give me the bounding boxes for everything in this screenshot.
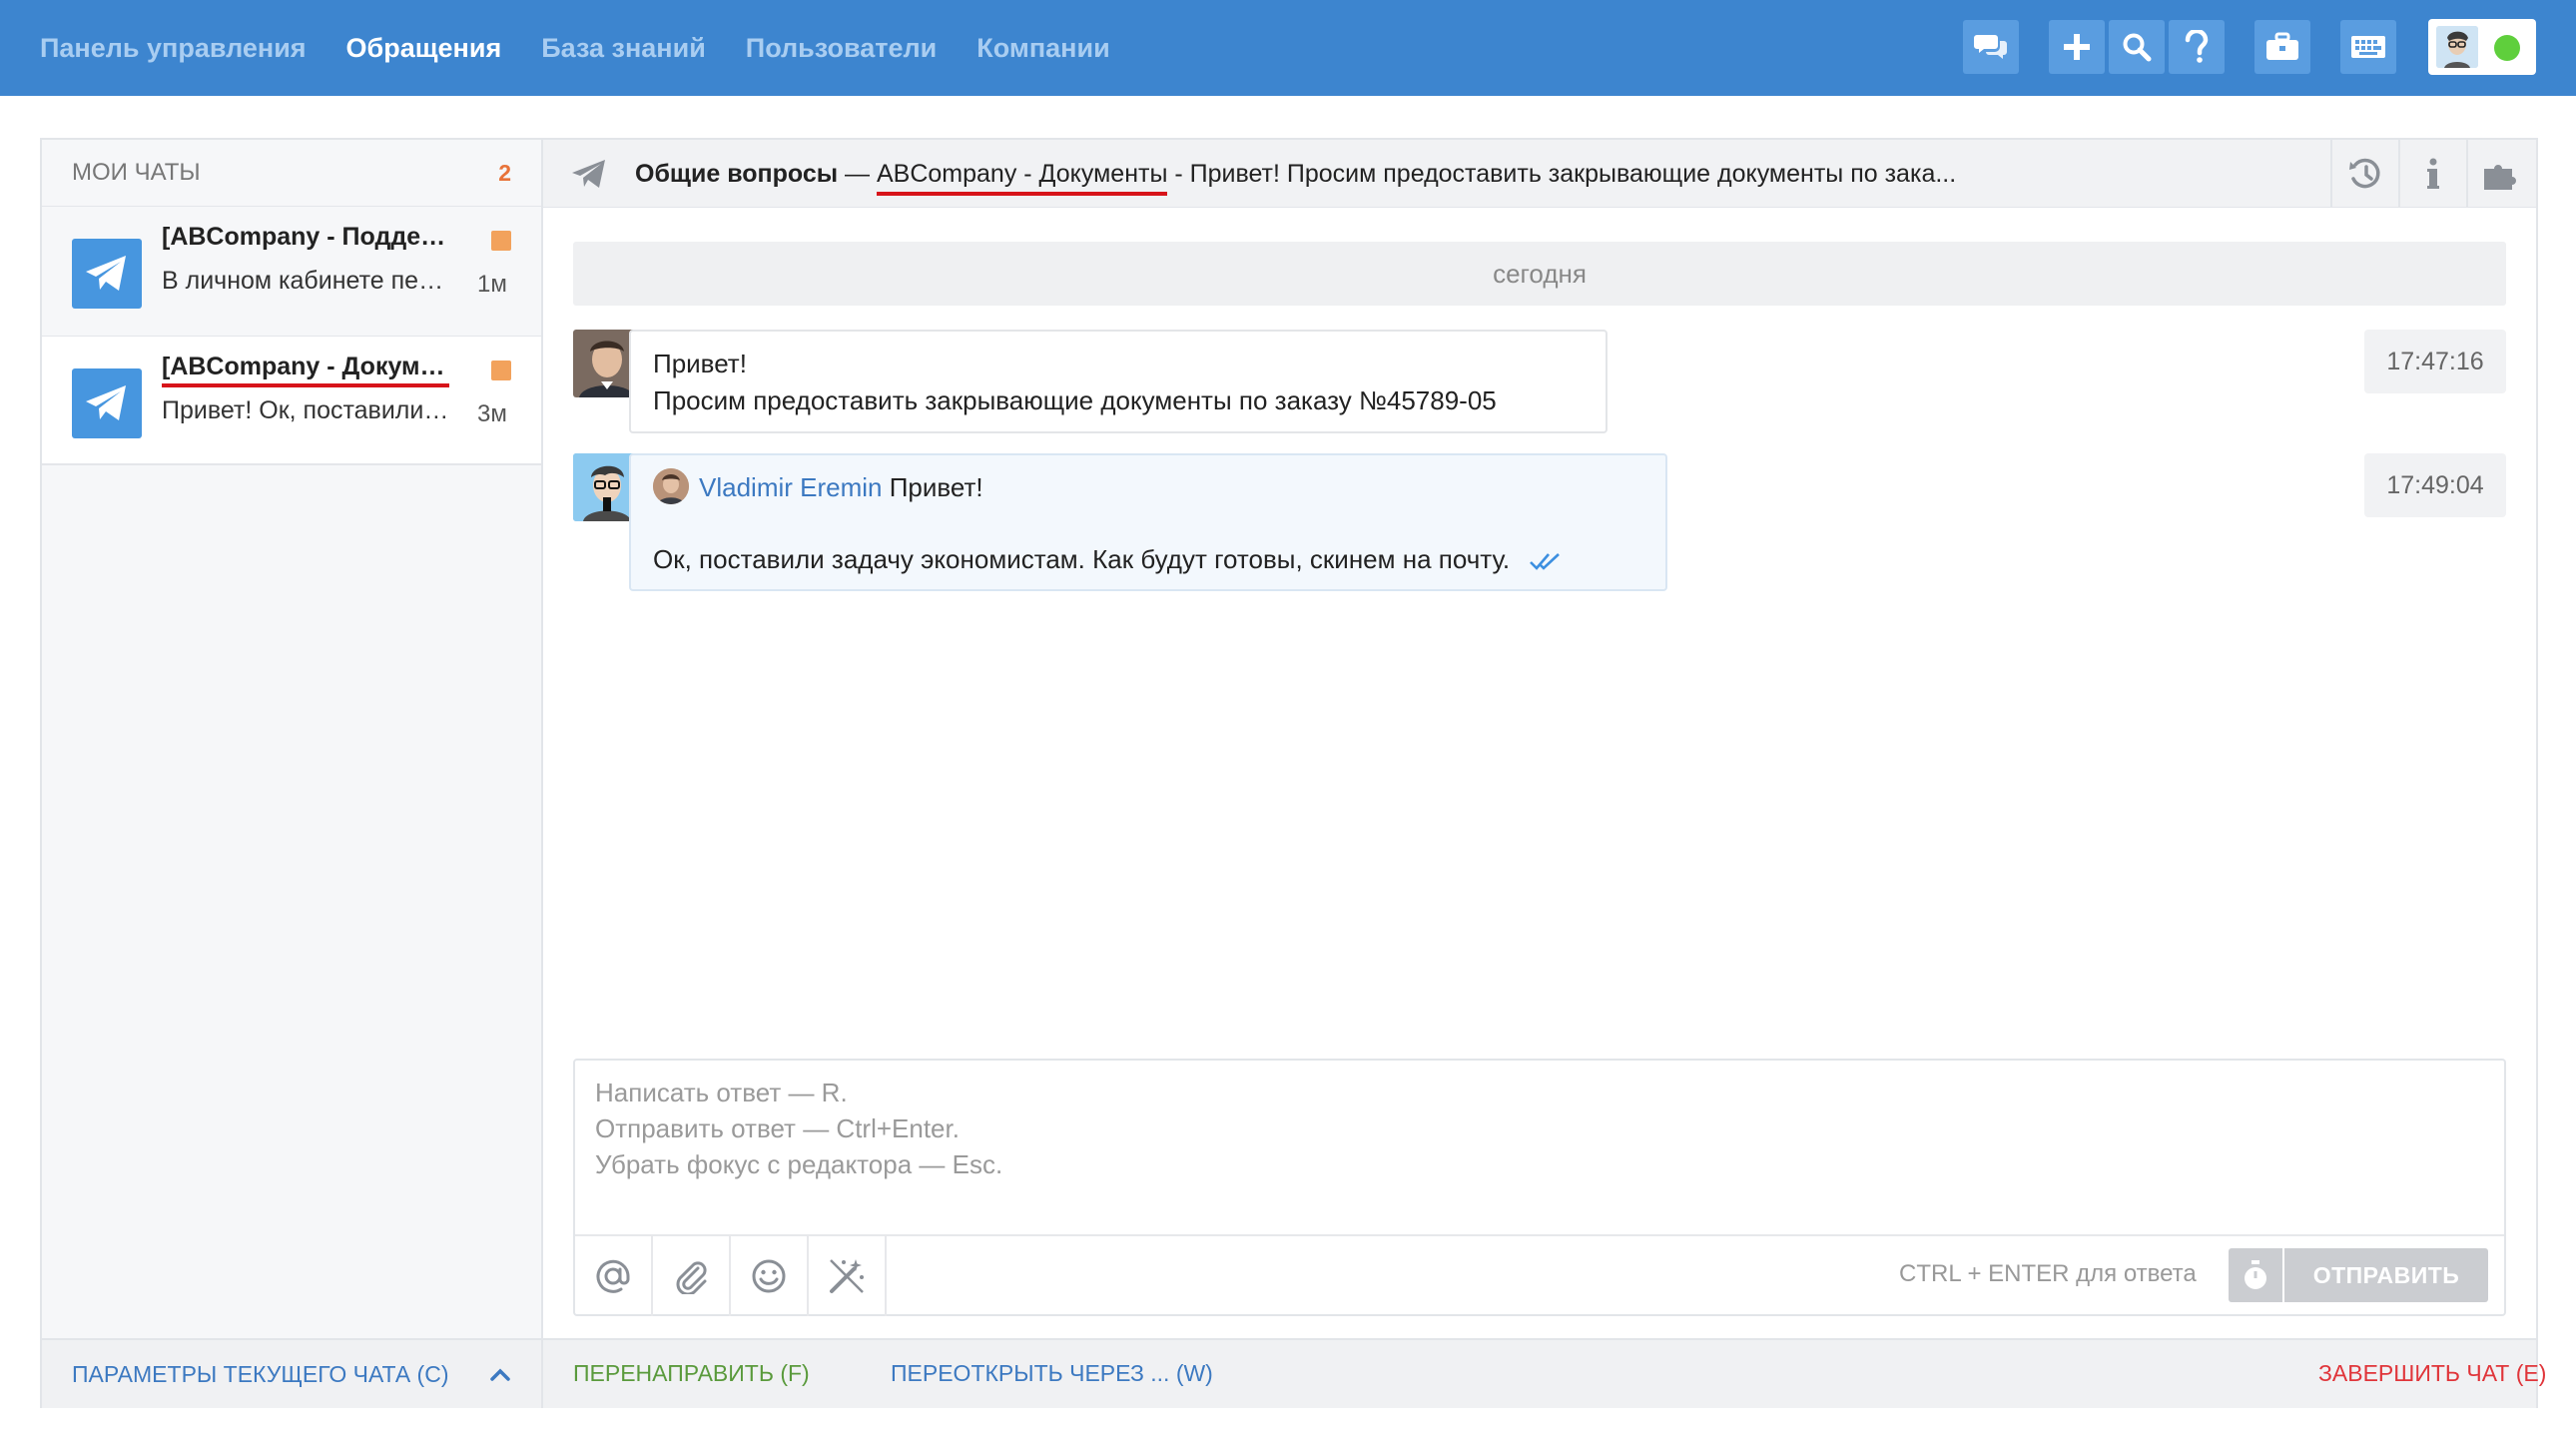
message-line: Просим предоставить закрывающие документ… — [653, 385, 1497, 415]
attach-file-button[interactable] — [653, 1236, 731, 1316]
info-icon — [2427, 158, 2439, 189]
keyboard-icon — [2351, 36, 2385, 58]
send-button[interactable]: ОТПРАВИТЬ — [2284, 1248, 2488, 1302]
client-message-bubble: Привет! Просим предоставить закрывающие … — [629, 330, 1608, 433]
nav-companies[interactable]: Компании — [976, 33, 1109, 64]
puzzle-icon — [2484, 165, 2516, 190]
magic-wand-icon — [830, 1259, 864, 1293]
operator-message-text: Ок, поставили задачу экономистам. Как бу… — [653, 541, 1643, 578]
stopwatch-icon — [2245, 1260, 2266, 1289]
header-separator: — — [838, 160, 877, 188]
chat-bubbles-icon — [1974, 35, 2007, 59]
chat-header: Общие вопросы — ABCompany - Документы - … — [543, 140, 2536, 208]
quote-line: Vladimir Eremin Привет! — [653, 468, 1643, 507]
reopen-later-button[interactable]: ПЕРЕОТКРЫТЬ ЧЕРЕЗ ... (W) — [891, 1360, 1213, 1387]
chat-list-item-active[interactable]: [ABCompany - Документы] Привет! Ок, пост… — [42, 336, 541, 465]
help-button[interactable] — [2169, 20, 2225, 74]
quoted-text: Привет! — [889, 472, 983, 502]
editor-toolbar: CTRL + ENTER для ответа ОТПРАВИТЬ — [575, 1234, 2504, 1316]
main-nav: Панель управления Обращения База знаний … — [40, 0, 1110, 96]
my-chats-header: МОИ ЧАТЫ 2 — [42, 140, 541, 206]
current-chat-params-toggle[interactable]: ПАРАМЕТРЫ ТЕКУЩЕГО ЧАТА (C) — [42, 1338, 543, 1408]
chat-title: [ABCompany - Документы] — [162, 353, 449, 387]
top-navigation-bar: Панель управления Обращения База знаний … — [0, 0, 2576, 96]
chat-title: [ABCompany - Поддержка] — [162, 223, 451, 251]
message-line: Привет! — [653, 349, 747, 378]
date-divider: сегодня — [573, 242, 2506, 306]
chats-button[interactable] — [1963, 20, 2019, 74]
smiley-icon — [752, 1259, 786, 1293]
emoji-button[interactable] — [731, 1236, 809, 1316]
message-time: 17:47:16 — [2364, 330, 2506, 393]
chat-actions-footer: ПЕРЕНАПРАВИТЬ (F) ПЕРЕОТКРЫТЬ ЧЕРЕЗ ... … — [543, 1338, 2546, 1408]
double-check-icon — [1530, 553, 1561, 571]
chat-time: 1м — [477, 271, 507, 298]
briefcase-button[interactable] — [2254, 20, 2310, 74]
templates-button[interactable] — [809, 1236, 887, 1316]
keyboard-shortcuts-button[interactable] — [2340, 20, 2396, 74]
paperclip-icon — [676, 1261, 707, 1294]
message-line: Ок, поставили задачу экономистам. Как бу… — [653, 544, 1511, 575]
close-chat-button[interactable]: ЗАВЕРШИТЬ ЧАТ (E) — [2318, 1360, 2546, 1387]
redirect-button[interactable]: ПЕРЕНАПРАВИТЬ (F) — [573, 1360, 810, 1387]
paper-plane-icon — [572, 160, 605, 188]
chat-company[interactable]: ABCompany - Документы — [876, 160, 1168, 196]
operator-name-link[interactable]: Vladimir Eremin — [699, 472, 883, 502]
delayed-send-button[interactable] — [2229, 1248, 2282, 1302]
history-button[interactable] — [2330, 140, 2398, 208]
user-avatar — [2436, 26, 2478, 68]
search-icon — [2123, 33, 2152, 62]
chat-header-text: Общие вопросы — ABCompany - Документы - … — [635, 160, 1957, 196]
at-sign-icon — [596, 1259, 630, 1293]
search-button[interactable] — [2109, 20, 2165, 74]
nav-knowledge-base[interactable]: База знаний — [541, 33, 706, 64]
my-chats-sidebar: МОИ ЧАТЫ 2 [ABCompany - Поддержка] В лич… — [42, 140, 543, 1338]
reply-editor-placeholder: Написать ответ — R. Отправить ответ — Ct… — [595, 1078, 1003, 1179]
chevron-up-icon — [490, 1368, 510, 1381]
telegram-icon — [72, 368, 142, 438]
chat-list-item[interactable]: [ABCompany - Поддержка] В личном кабинет… — [42, 206, 541, 336]
nav-users[interactable]: Пользователи — [746, 33, 937, 64]
chat-preview: Привет! Ок, поставили задачу экономистам — [162, 396, 451, 424]
briefcase-icon — [2266, 32, 2298, 60]
operator-message-bubble: Vladimir Eremin Привет! Ок, поставили за… — [629, 453, 1667, 591]
history-icon — [2349, 158, 2380, 189]
chat-time: 3м — [477, 400, 507, 427]
my-chats-count: 2 — [498, 159, 511, 186]
unread-indicator — [491, 231, 511, 251]
current-chat-params-label: ПАРАМЕТРЫ ТЕКУЩЕГО ЧАТА (C) — [72, 1360, 449, 1387]
chat-subject: - Привет! Просим предоставить закрывающи… — [1167, 160, 1957, 188]
user-menu[interactable] — [2428, 19, 2536, 75]
operator-mini-avatar — [653, 468, 689, 505]
plus-icon — [2064, 34, 2090, 60]
create-button[interactable] — [2049, 20, 2105, 74]
reply-editor[interactable]: Написать ответ — R. Отправить ответ — Ct… — [573, 1059, 2506, 1316]
unread-indicator — [491, 361, 511, 380]
send-shortcut-hint: CTRL + ENTER для ответа — [1899, 1260, 2197, 1287]
mention-button[interactable] — [575, 1236, 653, 1316]
nav-requests[interactable]: Обращения — [346, 33, 502, 64]
chat-preview: В личном кабинете перестала работать выг… — [162, 267, 451, 295]
chat-pane: Общие вопросы — ABCompany - Документы - … — [543, 140, 2546, 1408]
chat-category: Общие вопросы — [635, 160, 839, 188]
plugins-button[interactable] — [2466, 140, 2534, 208]
my-chats-label: МОИ ЧАТЫ — [72, 159, 201, 186]
nav-dashboard[interactable]: Панель управления — [40, 33, 307, 64]
question-icon — [2185, 30, 2209, 63]
telegram-icon — [72, 239, 142, 309]
message-time: 17:49:04 — [2364, 453, 2506, 517]
online-status-indicator — [2494, 35, 2520, 61]
info-button[interactable] — [2398, 140, 2466, 208]
workspace: МОИ ЧАТЫ 2 [ABCompany - Поддержка] В лич… — [40, 138, 2546, 1408]
